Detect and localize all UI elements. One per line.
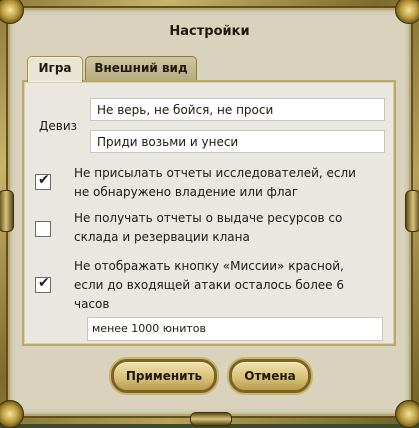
option-missions-button-checkbox[interactable]: ✔ (35, 275, 51, 293)
check-icon: ✔ (38, 275, 50, 291)
cancel-button[interactable]: Отмена (229, 359, 311, 393)
dialog-title: Настройки (169, 24, 250, 39)
motto-line2-input[interactable] (90, 130, 385, 153)
tab-game[interactable]: Игра (27, 56, 83, 82)
apply-button[interactable]: Применить (111, 359, 217, 393)
option-resource-reports-checkbox[interactable] (35, 221, 51, 237)
motto-label: Девиз (39, 119, 78, 133)
check-icon: ✔ (38, 172, 50, 188)
option-missions-button-label: Не отображать кнопку «Миссии» красной, е… (74, 259, 345, 311)
option-explorer-reports-checkbox[interactable]: ✔ (35, 172, 51, 190)
option-resource-reports-label: Не получать отчеты о выдаче ресурсов со … (74, 211, 343, 244)
option-explorer-reports-label: Не присылать отчеты исследователей, если… (74, 166, 356, 199)
tab-appearance[interactable]: Внешний вид (85, 56, 197, 80)
units-threshold-select[interactable]: менее 1000 юнитов (87, 317, 383, 341)
frame-side-ornament (0, 190, 14, 232)
motto-line1-input[interactable] (90, 98, 385, 121)
frame-side-ornament (405, 190, 419, 232)
